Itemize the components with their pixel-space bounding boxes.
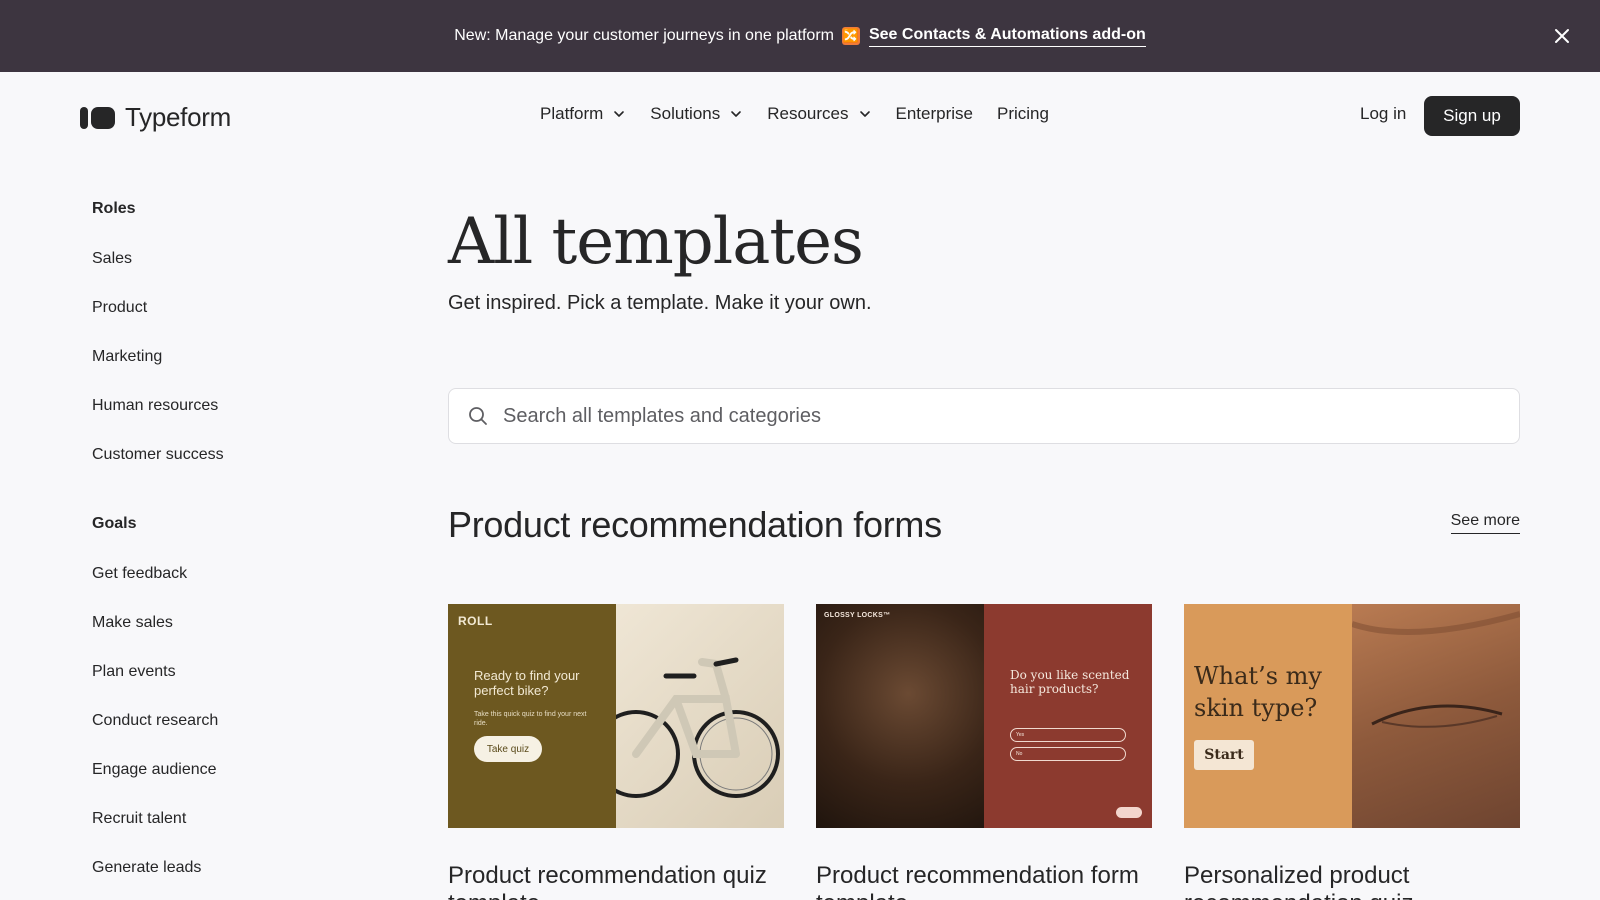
roles-group: Roles Sales Product Marketing Human reso… — [92, 200, 352, 467]
template-thumbnail: GLOSSY LOCKS™ Do you like scented hair p… — [816, 604, 1152, 828]
nav-solutions-label: Solutions — [650, 104, 721, 123]
thumbnail-button: Take quiz — [474, 736, 542, 762]
see-more-link[interactable]: See more — [1450, 512, 1520, 534]
section-title: Product recommendation forms — [448, 504, 942, 545]
nav-platform[interactable]: Platform — [540, 104, 626, 124]
sidebar-item-customer-success[interactable]: Customer success — [92, 443, 352, 467]
thumbnail-subtext: Take this quick quiz to find your next r… — [474, 711, 587, 727]
thumbnail-question: Ready to find your perfect bike? — [474, 668, 580, 698]
typeform-logo[interactable]: Typeform — [80, 102, 231, 133]
thumbnail-question: What’s my skin type? — [1194, 662, 1322, 722]
page-title: All templates — [448, 205, 864, 279]
chevron-down-icon — [731, 111, 742, 117]
goals-heading: Goals — [92, 515, 137, 532]
announcement-banner: New: Manage your customer journeys in on… — [0, 0, 1600, 72]
search-input[interactable] — [503, 404, 1463, 428]
template-card[interactable]: GLOSSY LOCKS™ Do you like scented hair p… — [816, 604, 1152, 900]
thumbnail-form-panel: What’s my skin type? Start — [1184, 604, 1352, 828]
thumbnail-option: No — [1010, 747, 1126, 761]
logo-text: Typeform — [125, 102, 231, 132]
sidebar-item-engage-audience[interactable]: Engage audience — [92, 758, 352, 782]
sidebar-item-marketing[interactable]: Marketing — [92, 345, 352, 369]
sidebar-item-conduct-research[interactable]: Conduct research — [92, 709, 352, 733]
template-thumbnail: ROLL Ready to find your perfect bike? Ta… — [448, 604, 784, 828]
sidebar-item-human-resources[interactable]: Human resources — [92, 394, 352, 418]
thumbnail-brand: GLOSSY LOCKS™ — [824, 612, 891, 619]
template-thumbnail: What’s my skin type? Start — [1184, 604, 1520, 828]
template-card-title: Personalized product recommendation quiz — [1184, 862, 1413, 900]
thumbnail-nav-pill — [1116, 807, 1142, 818]
goals-group: Goals Get feedback Make sales Plan event… — [92, 515, 352, 880]
nav-solutions[interactable]: Solutions — [650, 104, 743, 124]
thumbnail-option: Yes — [1010, 728, 1126, 742]
filter-sidebar: Roles Sales Product Marketing Human reso… — [92, 200, 352, 900]
top-nav: Typeform Platform Solutions Resources En… — [0, 72, 1600, 158]
sidebar-item-get-feedback[interactable]: Get feedback — [92, 562, 352, 586]
bicycle-icon — [592, 657, 780, 798]
thumbnail-question: Do you like scented hair products? — [1010, 668, 1130, 696]
skin-closeup-photo — [1351, 604, 1520, 828]
chevron-down-icon — [614, 111, 625, 117]
template-cards: ROLL Ready to find your perfect bike? Ta… — [448, 604, 1520, 900]
template-card[interactable]: ROLL Ready to find your perfect bike? Ta… — [448, 604, 784, 900]
typeform-logo-icon — [80, 106, 115, 129]
sidebar-item-plan-events[interactable]: Plan events — [92, 660, 352, 684]
thumbnail-form-panel: ROLL Ready to find your perfect bike? Ta… — [448, 604, 616, 828]
bicycle-image — [592, 604, 784, 828]
shuffle-emoji-icon: 🔀 — [841, 27, 860, 45]
sidebar-item-make-sales[interactable]: Make sales — [92, 611, 352, 635]
thumbnail-button: Start — [1194, 740, 1254, 770]
search-icon — [469, 407, 487, 425]
nav-pricing-label: Pricing — [996, 104, 1049, 123]
nav-pricing[interactable]: Pricing — [997, 104, 1049, 124]
template-card[interactable]: What’s my skin type? Start Personalized … — [1184, 604, 1520, 900]
nav-resources-label: Resources — [767, 104, 849, 123]
nav-resources[interactable]: Resources — [767, 104, 871, 124]
nav-enterprise-label: Enterprise — [895, 104, 973, 123]
main-menu: Platform Solutions Resources Enterprise … — [540, 104, 1073, 124]
banner-link[interactable]: See Contacts & Automations add-on — [868, 26, 1146, 47]
template-card-title: Product recommendation form template — [816, 862, 1139, 900]
signup-button[interactable]: Sign up — [1424, 96, 1520, 136]
sidebar-item-recruit-talent[interactable]: Recruit talent — [92, 807, 352, 831]
thumbnail-form-panel: Do you like scented hair products? Yes N… — [984, 604, 1152, 828]
main-content: All templates Get inspired. Pick a templ… — [448, 200, 1520, 900]
curly-hair-photo: GLOSSY LOCKS™ — [816, 604, 984, 828]
login-link[interactable]: Log in — [1360, 104, 1406, 124]
section-header: Product recommendation forms See more — [448, 504, 1520, 554]
chevron-down-icon — [859, 111, 870, 117]
nav-platform-label: Platform — [540, 104, 604, 123]
page-subtitle: Get inspired. Pick a template. Make it y… — [448, 292, 872, 314]
sidebar-item-generate-leads[interactable]: Generate leads — [92, 856, 352, 880]
sidebar-item-product[interactable]: Product — [92, 296, 352, 320]
sidebar-item-sales[interactable]: Sales — [92, 247, 352, 271]
roles-heading: Roles — [92, 200, 136, 217]
thumbnail-brand: ROLL — [458, 614, 493, 628]
nav-enterprise[interactable]: Enterprise — [896, 104, 973, 124]
banner-message: New: Manage your customer journeys in on… — [454, 27, 834, 44]
eye-icon — [1351, 611, 1520, 728]
template-search[interactable] — [448, 388, 1520, 444]
template-card-title: Product recommendation quiz template — [448, 862, 767, 900]
close-icon[interactable] — [1550, 24, 1574, 48]
